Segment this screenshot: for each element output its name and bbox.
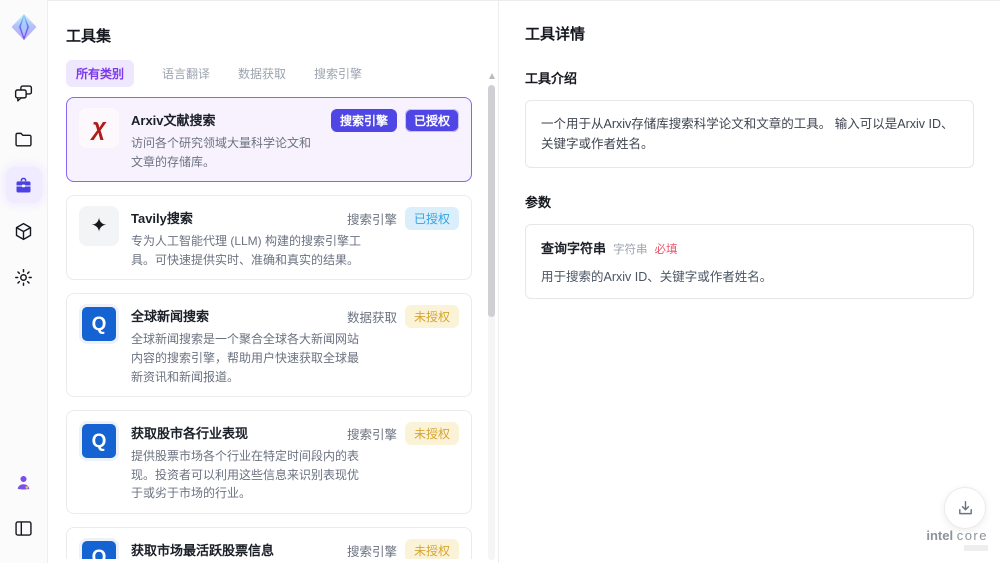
auth-status-badge: 未授权 bbox=[404, 305, 459, 329]
filter-tab[interactable]: 搜索引擎 bbox=[314, 60, 362, 87]
blue-search-icon bbox=[79, 421, 119, 462]
details-title: 工具详情 bbox=[525, 26, 586, 43]
panel-toggle-icon bbox=[13, 518, 34, 539]
category-badge: 搜索引擎 bbox=[346, 213, 397, 228]
tool-description: 提供股票市场各个行业在特定时间段内的表现。投资者可以利用这些信息来识别表现优于或… bbox=[131, 449, 360, 501]
brand-sub-mark bbox=[964, 545, 988, 551]
tool-card[interactable]: 获取市场最活跃股票信息 提供当天交易量最高的股票列表。投资者可以利用这些信息来识… bbox=[66, 526, 472, 559]
settings-gear-icon bbox=[13, 267, 34, 288]
tool-title: Arxiv文献搜索 bbox=[131, 113, 216, 128]
tool-title: 获取股市各行业表现 bbox=[131, 426, 249, 442]
nav-account[interactable] bbox=[6, 464, 42, 500]
tool-card[interactable]: Tavily搜索 专为人工智能代理 (LLM) 构建的搜索引擎工具。可快速提供实… bbox=[66, 195, 472, 281]
tool-intro-text: 一个用于从Arxiv存储库搜索科学论文和文章的工具。 输入可以是Arxiv ID… bbox=[525, 100, 974, 168]
tool-details-panel: 工具详情 工具介绍 一个用于从Arxiv存储库搜索科学论文和文章的工具。 输入可… bbox=[498, 0, 1000, 563]
tool-title: 获取市场最活跃股票信息 bbox=[131, 542, 275, 558]
intel-core-logo: intel core bbox=[926, 528, 988, 551]
auth-status-badge: 未授权 bbox=[404, 538, 459, 559]
intro-heading: 工具介绍 bbox=[525, 71, 578, 86]
param-name: 查询字符串 bbox=[541, 241, 607, 256]
tool-list: Arxiv文献搜索 访问各个研究领域大量科学论文和文章的存储库。 搜索引擎 已授… bbox=[66, 97, 474, 559]
filter-tabs: 所有类别 语言翻译 数据获取 搜索引擎 bbox=[66, 60, 474, 87]
arxiv-logo-icon bbox=[79, 108, 119, 148]
category-badge: 数据获取 bbox=[346, 311, 397, 326]
page-title: 工具集 bbox=[66, 28, 112, 45]
brand-core-text: core bbox=[956, 528, 988, 543]
category-badge: 搜索引擎 bbox=[330, 109, 397, 132]
tool-description: 全球新闻搜索是一个聚合全球各大新闻网站内容的搜索引擎，帮助用户快速获取全球最新资… bbox=[131, 332, 360, 384]
nav-chat[interactable] bbox=[6, 75, 42, 111]
category-badge: 搜索引擎 bbox=[346, 428, 397, 443]
auth-status-badge: 未授权 bbox=[404, 422, 459, 446]
nav-collapse-panel[interactable] bbox=[6, 510, 42, 546]
tool-title: 全球新闻搜索 bbox=[131, 309, 210, 325]
cube-icon bbox=[13, 221, 34, 242]
auth-status-badge: 已授权 bbox=[404, 109, 459, 132]
scrollbar-up-arrow[interactable] bbox=[489, 73, 495, 79]
app-window: 工具集 所有类别语言翻译数据获取搜索引擎 Arxiv文献搜索 访问各个研究领域大… bbox=[0, 0, 1000, 563]
nav-packages[interactable] bbox=[6, 213, 42, 249]
blue-search-icon bbox=[79, 537, 119, 559]
folder-icon bbox=[13, 129, 34, 150]
category-badge: 搜索引擎 bbox=[346, 544, 397, 559]
nav-files[interactable] bbox=[6, 121, 42, 157]
user-icon bbox=[13, 472, 34, 493]
params-heading: 参数 bbox=[525, 195, 552, 210]
download-icon bbox=[956, 499, 975, 518]
param-list: 查询字符串 字符串 必填 用于搜索的Arxiv ID、关键字或作者姓名。 bbox=[525, 224, 974, 299]
toolbox-icon bbox=[13, 175, 34, 196]
tool-card[interactable]: 获取股市各行业表现 提供股票市场各个行业在特定时间段内的表现。投资者可以利用这些… bbox=[66, 410, 472, 514]
download-button[interactable] bbox=[944, 487, 986, 529]
scrollbar-track[interactable] bbox=[488, 85, 495, 560]
brand-intel-text: intel bbox=[926, 528, 954, 543]
param-type: 字符串 bbox=[613, 244, 648, 256]
nav-settings[interactable] bbox=[6, 259, 42, 295]
blue-search-icon bbox=[79, 304, 119, 345]
param-row: 查询字符串 字符串 必填 用于搜索的Arxiv ID、关键字或作者姓名。 bbox=[541, 238, 958, 285]
left-rail bbox=[0, 0, 48, 563]
param-description: 用于搜索的Arxiv ID、关键字或作者姓名。 bbox=[541, 270, 773, 284]
tool-title: Tavily搜索 bbox=[131, 211, 193, 227]
param-required-flag: 必填 bbox=[654, 244, 678, 256]
tool-card[interactable]: 全球新闻搜索 全球新闻搜索是一个聚合全球各大新闻网站内容的搜索引擎，帮助用户快速… bbox=[66, 293, 472, 398]
app-logo bbox=[7, 10, 41, 44]
tool-description: 访问各个研究领域大量科学论文和文章的存储库。 bbox=[131, 136, 312, 169]
filter-tab[interactable]: 所有类别 bbox=[66, 60, 135, 87]
tool-description: 专为人工智能代理 (LLM) 构建的搜索引擎工具。可快速提供实时、准确和真实的结… bbox=[131, 234, 362, 267]
tool-card[interactable]: Arxiv文献搜索 访问各个研究领域大量科学论文和文章的存储库。 搜索引擎 已授… bbox=[66, 97, 472, 183]
auth-status-badge: 已授权 bbox=[404, 207, 459, 231]
scrollbar-thumb[interactable] bbox=[488, 85, 495, 317]
tavily-star-icon bbox=[79, 206, 119, 247]
filter-tab[interactable]: 语言翻译 bbox=[162, 60, 210, 87]
tool-list-panel: 工具集 所有类别语言翻译数据获取搜索引擎 Arxiv文献搜索 访问各个研究领域大… bbox=[48, 0, 498, 563]
nav-toolbox-active[interactable] bbox=[5, 167, 42, 203]
filter-tab[interactable]: 数据获取 bbox=[238, 60, 286, 87]
chat-icon bbox=[13, 83, 34, 104]
